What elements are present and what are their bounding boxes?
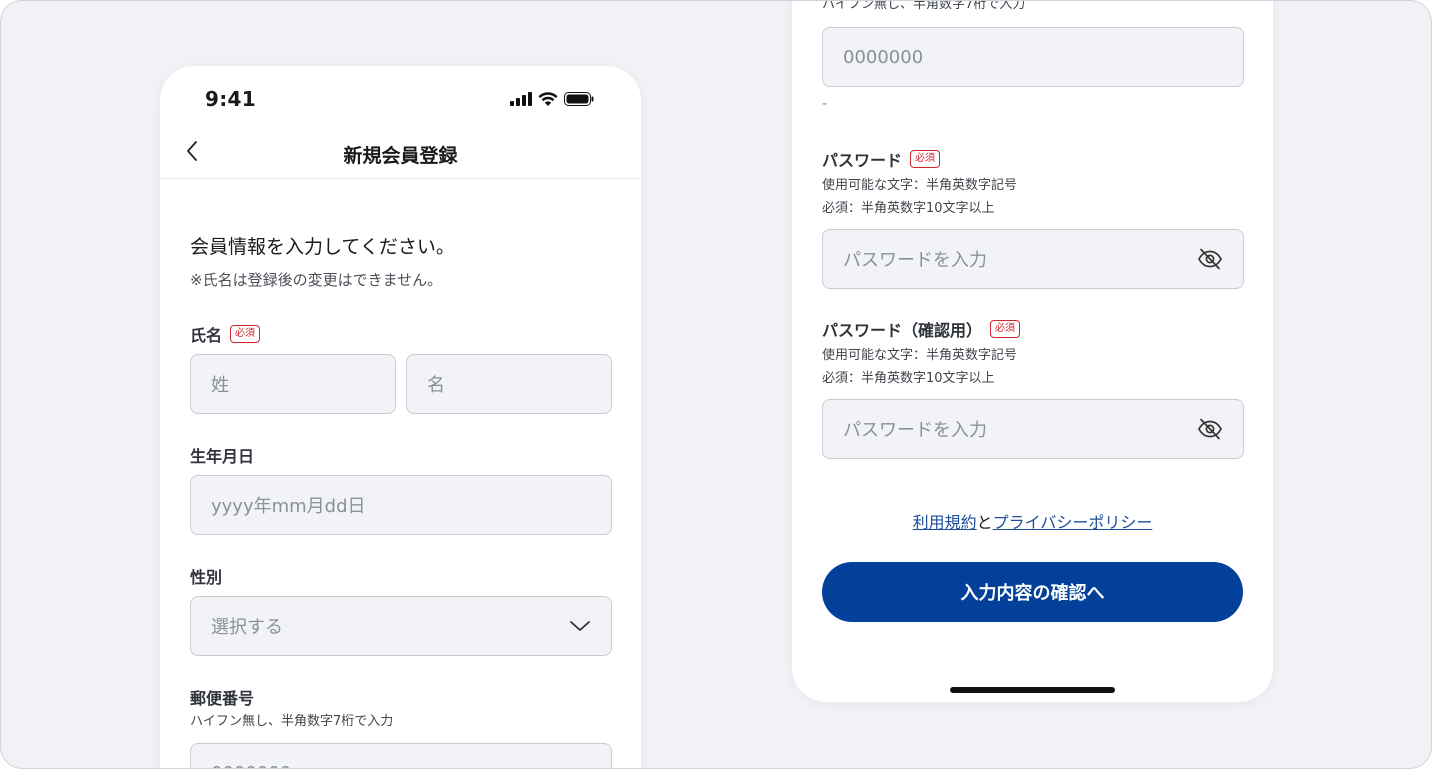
password-input[interactable]: パスワードを入力 — [822, 229, 1244, 289]
postal-label-row: 郵便番号 — [190, 685, 254, 709]
status-time: 9:41 — [205, 87, 256, 111]
eye-off-icon[interactable] — [1197, 418, 1223, 440]
name-label: 氏名 — [190, 326, 223, 345]
password-confirm-hint-chars: 使用可能な文字：半角英数字記号 — [822, 348, 1018, 363]
gender-select-value: 選択する — [211, 617, 283, 638]
privacy-policy-link[interactable]: プライバシーポリシー — [993, 513, 1153, 532]
canvas-frame: 9:41 新規会員登録 会員情報を入力してください。 ※氏名は登録後の変更はでき… — [0, 0, 1432, 769]
password-confirm-label-row: パスワード（確認用） 必須 — [822, 317, 1021, 341]
intro-note: ※氏名は登録後の変更はできません。 — [190, 271, 443, 289]
wifi-icon — [538, 91, 558, 110]
status-bar: 9:41 — [160, 66, 641, 130]
signal-icon — [510, 91, 532, 110]
phone-screen-right: ハイフン無し、半角数字7桁で入力 0000000 - パスワード 必須 使用可能… — [792, 0, 1273, 702]
postal-input[interactable]: 0000000 — [190, 743, 612, 768]
password-confirm-placeholder: パスワードを入力 — [843, 420, 987, 441]
password-hint-chars: 使用可能な文字：半角英数字記号 — [822, 178, 1018, 193]
postal-separator: - — [822, 96, 828, 112]
password-confirm-input[interactable]: パスワードを入力 — [822, 399, 1244, 459]
password-placeholder: パスワードを入力 — [843, 250, 987, 271]
gender-label-row: 性別 — [190, 564, 222, 588]
postal-hint: ハイフン無し、半角数字7桁で入力 — [190, 714, 394, 729]
agreement-links: 利用規約とプライバシーポリシー — [792, 509, 1273, 533]
confirm-input-button[interactable]: 入力内容の確認へ — [822, 562, 1243, 622]
phone-screen-left: 9:41 新規会員登録 会員情報を入力してください。 ※氏名は登録後の変更はでき… — [160, 66, 641, 768]
birthday-input[interactable]: yyyy年mm月dd日 — [190, 475, 612, 535]
required-badge: 必須 — [230, 325, 261, 343]
home-indicator — [950, 687, 1115, 693]
gender-select[interactable]: 選択する — [190, 596, 612, 656]
agreement-conjunction: と — [976, 513, 993, 532]
intro-heading: 会員情報を入力してください。 — [190, 236, 455, 258]
password-label-row: パスワード 必須 — [822, 147, 941, 171]
postal-hint-scrolled: ハイフン無し、半角数字7桁で入力 — [822, 0, 1026, 12]
password-label: パスワード — [822, 151, 903, 170]
page-title: 新規会員登録 — [343, 145, 458, 167]
password-confirm-label: パスワード（確認用） — [822, 321, 983, 340]
battery-icon — [564, 91, 594, 110]
password-hint-length: 必須：半角英数字10文字以上 — [822, 201, 995, 216]
postal-input-scrolled[interactable]: 0000000 — [822, 27, 1244, 87]
last-name-input[interactable]: 姓 — [190, 354, 396, 414]
nav-bar: 新規会員登録 — [160, 130, 641, 179]
required-badge: 必須 — [910, 150, 941, 168]
birthday-label: 生年月日 — [190, 447, 255, 466]
terms-link[interactable]: 利用規約 — [913, 513, 977, 532]
gender-label: 性別 — [190, 568, 223, 587]
first-name-input[interactable]: 名 — [406, 354, 612, 414]
name-label-row: 氏名 必須 — [190, 322, 261, 346]
chevron-down-icon — [569, 620, 591, 632]
status-icons — [510, 91, 594, 110]
password-confirm-hint-length: 必須：半角英数字10文字以上 — [822, 371, 995, 386]
eye-off-icon[interactable] — [1197, 248, 1223, 270]
postal-label: 郵便番号 — [190, 689, 255, 708]
required-badge: 必須 — [990, 320, 1021, 338]
birthday-label-row: 生年月日 — [190, 443, 254, 467]
